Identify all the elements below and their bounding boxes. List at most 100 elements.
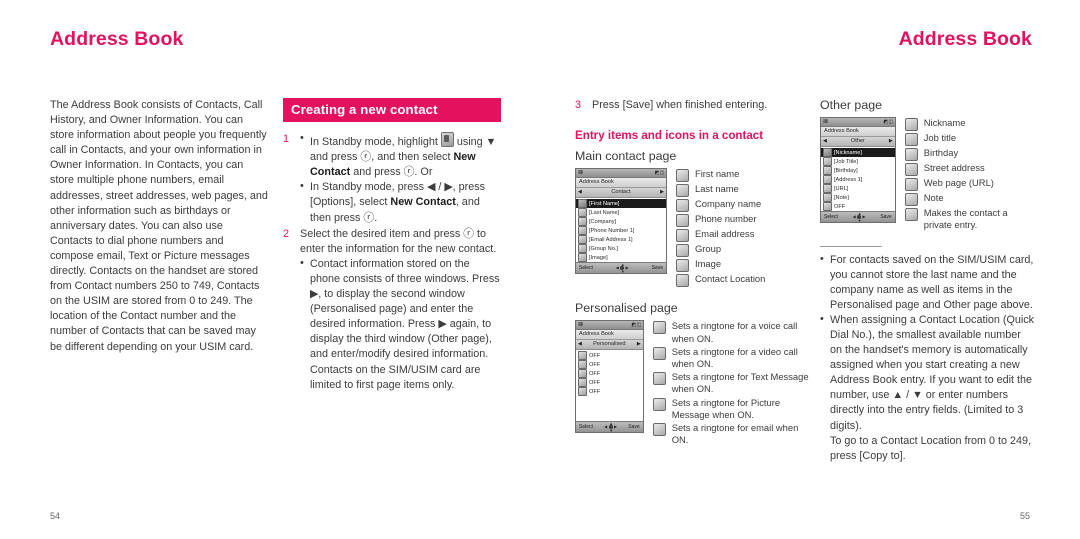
screen-title: Address Book (576, 178, 666, 189)
list-item-label: OFF (589, 379, 601, 386)
softkey-right[interactable]: Save (880, 213, 891, 221)
list-item-label: [Address 1] (834, 176, 863, 183)
list-item-label: OFF (589, 370, 601, 377)
list-item[interactable]: OFF (576, 369, 643, 379)
step-2-text: Select the desired item and press ⓡ to e… (300, 227, 497, 255)
list-item[interactable]: [Note] (821, 193, 895, 203)
screen-list-other: [Nickname] [Job Title] [Birthday] [Address … (821, 147, 895, 212)
list-item[interactable]: [Company] (576, 217, 666, 227)
legend-label: Phone number (695, 213, 757, 225)
page-title-left: Address Book (50, 28, 184, 50)
legend-row: First name (676, 168, 765, 183)
email-ringtone-icon (652, 423, 666, 436)
softkey-right[interactable]: Save (652, 264, 663, 272)
step-1: 1 In Standby mode, highlight using ▼ and… (283, 131, 501, 226)
status-bar: ‖‖‖ ◩ ◫ (821, 118, 895, 128)
legend-row: Contact Location (676, 273, 766, 288)
list-item-label: [Company] (589, 218, 617, 225)
step-1-bullet-a: In Standby mode, highlight using ▼ and p… (300, 131, 501, 180)
legend-label: Sets a ringtone for a voice call when ON… (671, 320, 798, 344)
main-contact-page-figure: ‖‖‖ ◩ ◫ Address Book ◀ Contact ▶ [First … (575, 168, 810, 288)
phone-screen-main-contact: ‖‖‖ ◩ ◫ Address Book ◀ Contact ▶ [First … (575, 168, 667, 275)
legend-label: Contact Location (695, 273, 766, 285)
navigation-pad-icon[interactable]: ▲ ◀ ▶ ▼ (616, 262, 629, 273)
list-item-label: [Job Title] (834, 158, 858, 165)
first-name-icon (676, 169, 689, 183)
status-bar: ‖‖‖ ◩ ◫ (576, 169, 666, 179)
legend-row: Nickname (904, 117, 1035, 132)
list-item[interactable]: [First Name] (576, 199, 666, 209)
legend-row: Sets a ringtone for a voice call when ON… (652, 320, 810, 344)
legend-row: Sets a ringtone for Text Message when ON… (652, 371, 810, 395)
tab-right-arrow-icon[interactable]: ▶ (637, 340, 641, 349)
contact-last-name-icon (578, 208, 587, 218)
page-title-right: Address Book (898, 28, 1032, 50)
label-other-page: Other page (820, 98, 882, 112)
other-page-notes: For contacts saved on the SIM/USIM card,… (820, 251, 1035, 464)
signal-icon: ‖‖‖ (823, 119, 828, 126)
softkey-left[interactable]: Select (579, 264, 593, 272)
list-item-label: [Phone Number 1] (589, 227, 635, 234)
contact-first-name-icon (578, 199, 587, 209)
list-item[interactable]: [Group No.] (576, 244, 666, 254)
legend-label: Sets a ringtone for email when ON. (671, 422, 799, 446)
contact-location-icon (676, 274, 689, 288)
list-item-label: OFF (834, 203, 846, 210)
intro-paragraph: The Address Book consists of Contacts, C… (50, 99, 268, 353)
note-icon (823, 193, 832, 203)
note-divider (820, 245, 882, 247)
softkey-bar: Select ▲ ◀ ▶ ▼ Save (576, 421, 643, 433)
company-icon (578, 217, 587, 227)
list-item[interactable]: [URL] (821, 184, 895, 194)
tab-label: Other (850, 138, 865, 145)
list-item-label: OFF (589, 361, 601, 368)
url-icon (823, 184, 832, 194)
list-item[interactable]: [Birthday] (821, 166, 895, 176)
legend-label: Image (695, 258, 722, 270)
legend-row: Note (904, 192, 1035, 207)
list-item[interactable]: [Nickname] (821, 148, 895, 158)
private-key-icon (823, 202, 832, 212)
list-item[interactable]: [Image] (576, 253, 666, 263)
list-item[interactable]: [Phone Number 1] (576, 226, 666, 236)
screen-tab-bar: ◀ Other ▶ (821, 137, 895, 148)
list-item[interactable]: OFF (576, 378, 643, 388)
list-item[interactable]: OFF (576, 360, 643, 370)
legend-row: Group (676, 243, 765, 258)
list-item[interactable]: [Email Address 1] (576, 235, 666, 245)
phone-screen-other: ‖‖‖ ◩ ◫ Address Book ◀ Other ▶ [Nickname… (820, 117, 896, 224)
column-creating-contact: Creating a new contact 1 In Standby mode… (283, 98, 501, 394)
list-item[interactable]: OFF (576, 387, 643, 397)
manual-spread: Address Book Address Book The Address Bo… (0, 0, 1080, 539)
legend-label: Note (923, 192, 944, 204)
list-item[interactable]: OFF (821, 202, 895, 212)
legend-row: Birthday (904, 147, 1035, 162)
step-2-number: 2 (283, 227, 290, 240)
other-page-figure: ‖‖‖ ◩ ◫ Address Book ◀ Other ▶ [Nickname… (820, 117, 1035, 231)
list-item[interactable]: [Job Title] (821, 157, 895, 167)
navigation-pad-icon[interactable]: ▲ ◀ ▶ ▼ (853, 211, 866, 222)
softkey-left[interactable]: Select (579, 423, 593, 431)
signal-icon: ‖‖‖ (578, 322, 583, 329)
legend-row: Company name (676, 198, 765, 213)
heading-entry-items-icons: Entry items and icons in a contact (575, 129, 764, 143)
list-item-label: [Email Address 1] (589, 236, 633, 243)
list-item[interactable]: OFF (576, 351, 643, 361)
phone-number-icon (578, 226, 587, 236)
softkey-left[interactable]: Select (824, 213, 838, 221)
navigation-pad-icon[interactable]: ▲ ◀ ▶ ▼ (604, 421, 617, 432)
tab-right-arrow-icon[interactable]: ▶ (889, 137, 893, 146)
legend-row: Street address (904, 162, 1035, 177)
picture-message-ringtone-icon (652, 397, 666, 411)
list-item[interactable]: [Address 1] (821, 175, 895, 185)
softkey-right[interactable]: Save (628, 423, 639, 431)
screen-title: Address Book (821, 127, 895, 138)
legend-label: Company name (695, 198, 762, 210)
legend-row: Sets a ringtone for email when ON. (652, 422, 810, 446)
tab-right-arrow-icon[interactable]: ▶ (660, 188, 664, 197)
other-page-legend: Nickname Job title Birthday Street address W… (904, 117, 1035, 231)
page-number-left: 54 (50, 511, 61, 521)
column-other-page: Other page ‖‖‖ ◩ ◫ Address Book ◀ Other … (820, 98, 1035, 464)
list-item[interactable]: [Last Name] (576, 208, 666, 218)
list-item-label: [Group No.] (589, 245, 618, 252)
